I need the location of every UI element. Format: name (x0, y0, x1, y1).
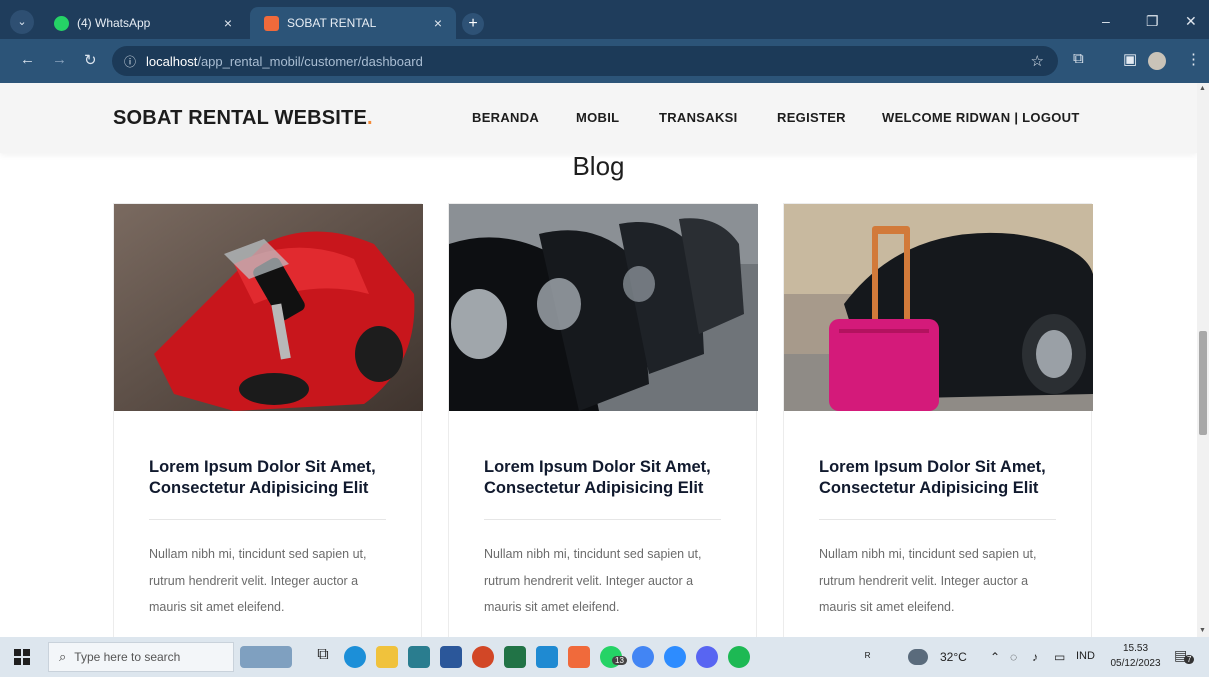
restore-button[interactable]: ❐ (1146, 13, 1159, 30)
web-page: SOBAT RENTAL WEBSITE. BERANDA MOBIL TRAN… (0, 83, 1197, 637)
people-icon[interactable]: ᴿ (865, 650, 870, 664)
scroll-down-icon[interactable]: ▼ (1199, 627, 1206, 634)
tab-search-icon[interactable]: ⌄ (10, 10, 34, 34)
nav-beranda[interactable]: BERANDA (472, 110, 539, 125)
taskbar-search-input[interactable]: ⌕ Type here to search (48, 642, 234, 672)
back-icon[interactable]: ← (20, 51, 35, 68)
url-path: /app_rental_mobil/customer/dashboard (197, 53, 423, 69)
task-view-icon[interactable]: ⧉ (312, 646, 334, 668)
close-tab-icon[interactable]: × (434, 15, 442, 31)
clock[interactable]: 15.53 05/12/2023 (1108, 641, 1163, 671)
toolbar: ← → ↻ ⓘ localhost/app_rental_mobil/custo… (0, 39, 1209, 83)
search-icon: ⌕ (59, 649, 67, 664)
notifications-icon[interactable]: ▤ 7 (1174, 647, 1195, 667)
taskbar: ⌕ Type here to search ⧉ 13 ᴿ 32°C ⌃ ◌ ♪ … (0, 637, 1209, 677)
brand-dot: . (367, 107, 373, 129)
whatsapp-icon[interactable]: 13 (600, 646, 627, 668)
forward-icon[interactable]: → (52, 51, 67, 68)
blog-card[interactable]: Lorem Ipsum Dolor Sit Amet, Consectetur … (113, 203, 423, 637)
chrome-icon[interactable] (632, 646, 654, 668)
extensions-icon[interactable]: ⧉ (1073, 50, 1084, 67)
address-bar[interactable]: ⓘ localhost/app_rental_mobil/customer/da… (112, 46, 1058, 76)
blog-card-title[interactable]: Lorem Ipsum Dolor Sit Amet, Consectetur … (819, 457, 1069, 499)
windows-start-icon[interactable] (14, 649, 30, 665)
nav-register[interactable]: REGISTER (777, 110, 846, 125)
site-info-icon[interactable]: ⓘ (124, 53, 136, 70)
nav-transaksi[interactable]: TRANSAKSI (659, 110, 738, 125)
whatsapp-icon (54, 15, 69, 31)
tray-expand-icon[interactable]: ⌃ (990, 650, 1000, 664)
weather-temp[interactable]: 32°C (940, 650, 967, 664)
blog-card-text: Nullam nibh mi, tincidunt sed sapien ut,… (149, 547, 367, 614)
clock-date: 05/12/2023 (1110, 658, 1161, 669)
nav-welcome-logout[interactable]: WELCOME RIDWAN | LOGOUT (882, 110, 1080, 125)
blog-card[interactable]: Lorem Ipsum Dolor Sit Amet, Consectetur … (783, 203, 1093, 637)
site-navbar: SOBAT RENTAL WEBSITE. BERANDA MOBIL TRAN… (0, 83, 1197, 153)
xampp-icon (264, 15, 279, 31)
divider (484, 519, 721, 520)
blog-card-text: Nullam nibh mi, tincidunt sed sapien ut,… (484, 547, 702, 614)
site-brand[interactable]: SOBAT RENTAL WEBSITE. (113, 107, 373, 130)
scrollbar-thumb[interactable] (1199, 331, 1207, 435)
blog-card[interactable]: Lorem Ipsum Dolor Sit Amet, Consectetur … (448, 203, 758, 637)
tab-sobat-rental[interactable]: SOBAT RENTAL × (250, 7, 456, 39)
minimize-button[interactable]: – (1102, 13, 1110, 29)
blog-card-image-cars-row[interactable] (449, 204, 758, 411)
side-panel-icon[interactable]: ▣ (1123, 50, 1137, 68)
brand-text: SOBAT RENTAL WEBSITE (113, 107, 367, 129)
nav-mobil[interactable]: MOBIL (576, 110, 619, 125)
discord-icon[interactable] (696, 646, 718, 668)
blog-card-title[interactable]: Lorem Ipsum Dolor Sit Amet, Consectetur … (484, 457, 734, 499)
whatsapp-badge: 13 (612, 656, 627, 665)
file-explorer-icon[interactable] (376, 646, 398, 668)
tab-label: SOBAT RENTAL (287, 16, 377, 30)
close-window-button[interactable]: ✕ (1185, 13, 1197, 30)
close-tab-icon[interactable]: × (224, 15, 232, 31)
url-host: localhost (146, 53, 198, 69)
divider (819, 519, 1056, 520)
clock-time: 15.53 (1122, 643, 1149, 654)
blog-heading: Blog (572, 151, 625, 181)
tab-strip: ⌄ (4) WhatsApp × SOBAT RENTAL × + – ❐ ✕ (0, 5, 1209, 39)
powerpoint-icon[interactable] (472, 646, 494, 668)
excel-icon[interactable] (504, 646, 526, 668)
divider (149, 519, 386, 520)
language-indicator[interactable]: IND (1076, 650, 1095, 662)
xampp-icon[interactable] (568, 646, 590, 668)
word-icon[interactable] (440, 646, 462, 668)
profile-avatar[interactable] (1148, 52, 1166, 70)
search-placeholder: Type here to search (74, 650, 181, 664)
blog-card-image-suitcase[interactable] (784, 204, 1093, 411)
vscode-icon[interactable] (536, 646, 558, 668)
tab-whatsapp[interactable]: (4) WhatsApp × (40, 7, 246, 39)
blog-card-image-red-car[interactable] (114, 204, 423, 411)
tab-label: (4) WhatsApp (77, 16, 151, 30)
menu-kebab-icon[interactable]: ⋮ (1186, 50, 1201, 68)
spotify-icon[interactable] (728, 646, 750, 668)
new-tab-button[interactable]: + (462, 13, 484, 35)
scroll-up-icon[interactable]: ▲ (1199, 85, 1206, 92)
page-scrollbar[interactable]: ▲ ▼ (1197, 83, 1209, 637)
zoom-icon[interactable] (664, 646, 686, 668)
notifications-badge: 7 (1184, 655, 1195, 664)
network-icon[interactable]: ◌ (1010, 650, 1017, 664)
blog-card-title[interactable]: Lorem Ipsum Dolor Sit Amet, Consectetur … (149, 457, 399, 499)
blog-card-text: Nullam nibh mi, tincidunt sed sapien ut,… (819, 547, 1037, 614)
store-icon[interactable] (408, 646, 430, 668)
reload-icon[interactable]: ↻ (84, 51, 97, 69)
edge-icon[interactable] (344, 646, 366, 668)
bookmark-star-icon[interactable]: ☆ (1031, 52, 1044, 70)
battery-icon[interactable]: ▭ (1054, 650, 1065, 664)
volume-icon[interactable]: ♪ (1032, 650, 1038, 664)
search-highlight-icon[interactable] (240, 646, 292, 668)
weather-icon[interactable] (908, 649, 928, 665)
